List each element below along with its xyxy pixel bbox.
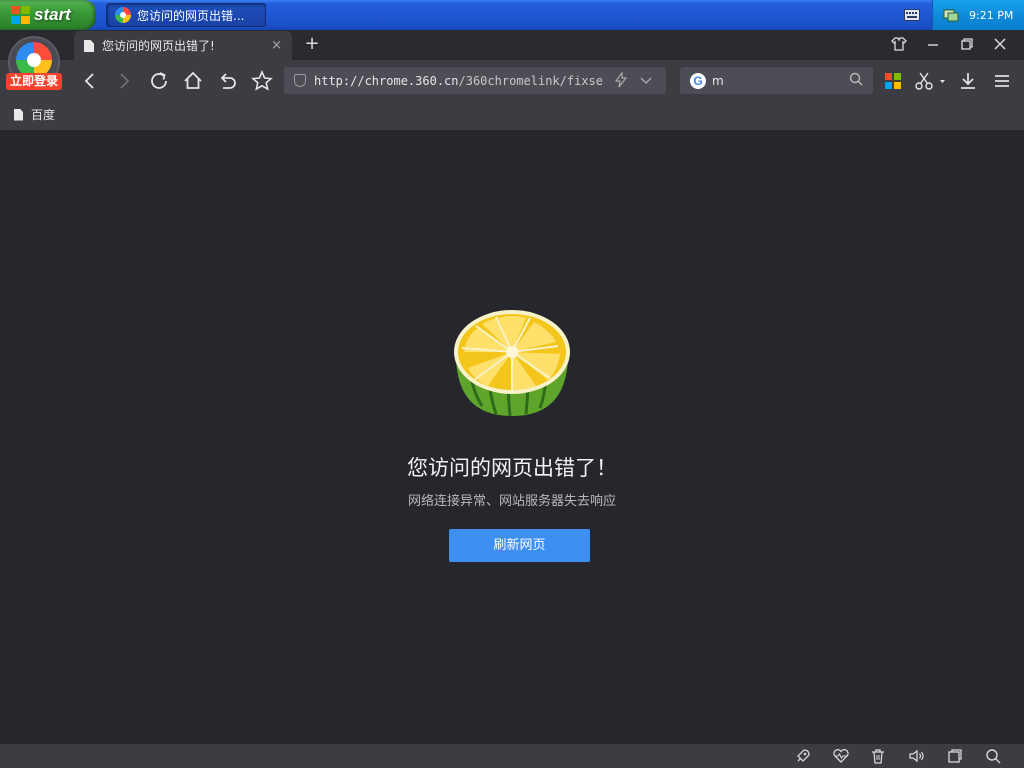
forward-icon[interactable] <box>112 68 136 94</box>
undo-close-tab-icon[interactable] <box>215 68 239 94</box>
new-tab-button[interactable]: + <box>302 33 322 55</box>
page-icon <box>84 39 94 52</box>
reload-icon[interactable] <box>147 68 171 94</box>
download-icon[interactable] <box>956 68 980 94</box>
address-bar[interactable]: http://chrome.360.cn/360chromelink/fixse… <box>284 67 666 94</box>
page-content <box>0 130 1024 744</box>
keyboard-icon[interactable] <box>904 9 920 21</box>
system-tray: 9:21 PM <box>932 0 1024 30</box>
start-label: start <box>34 5 71 24</box>
network-icon[interactable] <box>943 7 959 23</box>
close-window-icon[interactable] <box>990 34 1010 54</box>
melon-illustration-icon <box>454 310 570 417</box>
taskbar-item-browser[interactable]: 您访问的网页出错... <box>106 3 266 27</box>
security-shield-icon[interactable] <box>294 74 306 87</box>
chevron-down-icon[interactable] <box>639 72 653 88</box>
windows-flag-icon <box>10 5 30 25</box>
skin-icon[interactable] <box>889 34 909 54</box>
start-button[interactable]: start <box>0 0 96 30</box>
volume-icon[interactable] <box>907 747 925 765</box>
rocket-icon[interactable] <box>794 747 812 765</box>
screenshot-scissors-icon[interactable] <box>912 68 946 94</box>
window-icon[interactable] <box>946 747 964 765</box>
trash-icon[interactable] <box>869 747 887 765</box>
home-icon[interactable] <box>181 68 205 94</box>
bookmark-star-icon[interactable] <box>250 68 274 94</box>
bookmarks-bar <box>0 100 1024 130</box>
tab-close-icon[interactable]: × <box>271 38 282 53</box>
browser-logo-icon <box>115 7 131 23</box>
page-icon <box>14 108 23 121</box>
back-icon[interactable] <box>78 68 102 94</box>
error-title: 您访问的网页出错了！ <box>407 456 617 480</box>
bookmark-item[interactable]: 百度 <box>14 106 55 123</box>
refresh-button[interactable]: 刷新网页 <box>449 529 590 562</box>
tab-title: 您访问的网页出错了! <box>102 39 215 53</box>
error-subtitle: 网络连接异常、网站服务器失去响应 <box>407 494 616 509</box>
menu-icon[interactable] <box>990 68 1014 94</box>
zoom-icon[interactable] <box>984 747 1002 765</box>
clock: 9:21 PM <box>969 8 1014 22</box>
bookmark-label: 百度 <box>31 108 56 122</box>
tab-active[interactable]: 您访问的网页出错了! × <box>74 31 292 60</box>
search-box[interactable]: G m <box>680 67 873 94</box>
search-engine-icon[interactable]: G <box>690 72 706 89</box>
login-button[interactable]: 立即登录 <box>6 73 62 90</box>
taskbar-item-label: 您访问的网页出错... <box>137 8 245 23</box>
restore-icon[interactable] <box>957 34 977 54</box>
search-icon[interactable] <box>849 72 863 86</box>
url-field[interactable]: http://chrome.360.cn/360chromelink/fixse… <box>314 74 604 88</box>
apps-icon[interactable] <box>885 73 901 89</box>
speed-mode-icon[interactable] <box>614 72 628 88</box>
minimize-icon[interactable] <box>923 34 943 54</box>
health-heart-icon[interactable] <box>832 747 850 765</box>
